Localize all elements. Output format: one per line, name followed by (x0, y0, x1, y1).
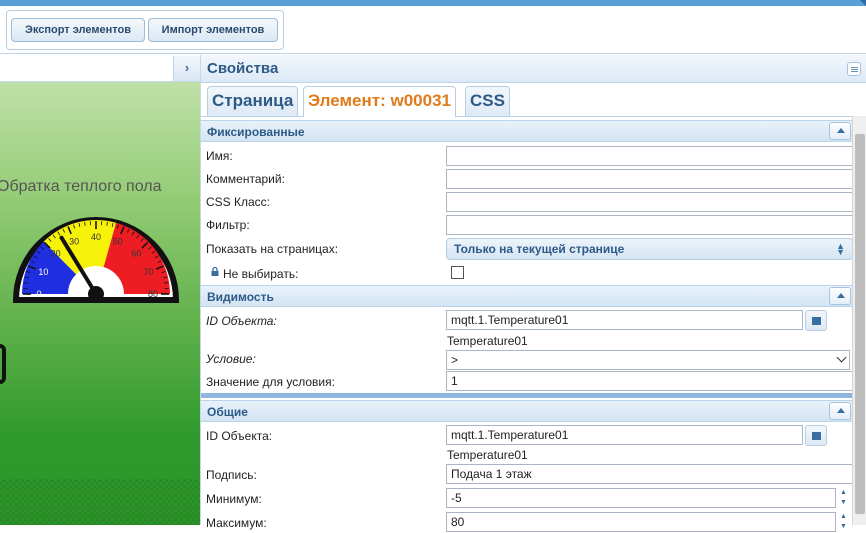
visibility-object-id-label: ID Объекта: (206, 314, 277, 328)
editor-canvas[interactable]: Обратка теплого пола 0 1020 30 40 50 6070 80 (0, 82, 200, 525)
select-object-icon[interactable] (805, 425, 827, 446)
section-common-label: Общие (207, 405, 248, 419)
canvas-header (0, 55, 200, 82)
chevron-down-icon (837, 353, 847, 363)
comment-field[interactable] (446, 169, 853, 189)
css-class-label: CSS Класс: (206, 195, 270, 209)
properties-scrollbar[interactable] (852, 116, 866, 525)
max-spinner[interactable]: ▲▼ (837, 511, 853, 533)
scrollbar-thumb[interactable] (855, 134, 865, 514)
tab-element[interactable]: Элемент: w00031 (303, 86, 456, 117)
gauge-tick-label: 0 (36, 289, 41, 299)
section-visibility[interactable]: Видимость (201, 285, 853, 307)
show-on-pages-select[interactable]: Только на текущей странице ▲▼ (446, 238, 853, 260)
lock-icon (211, 267, 219, 276)
updown-arrows-icon: ▲▼ (836, 243, 845, 255)
condition-select[interactable]: > (446, 350, 850, 370)
collapse-up-icon[interactable] (829, 122, 851, 140)
section-fixed[interactable]: Фиксированные (201, 120, 853, 142)
caption-label: Подпись: (206, 468, 257, 482)
gauge-tick-label: 60 (131, 249, 141, 259)
section-fixed-label: Фиксированные (207, 125, 305, 139)
show-on-pages-value: Только на текущей странице (454, 242, 624, 256)
gauge-title[interactable]: Обратка теплого пола (0, 178, 161, 196)
min-spinner[interactable]: ▲▼ (837, 487, 853, 509)
comment-label: Комментарий: (206, 172, 285, 186)
show-on-pages-label: Показать на страницах: (206, 242, 338, 256)
condition-value: > (451, 353, 458, 367)
collapse-up-icon[interactable] (829, 402, 851, 420)
visibility-object-id-field[interactable]: mqtt.1.Temperature01 (446, 310, 803, 330)
condition-label: Условие: (206, 352, 256, 366)
name-field[interactable] (446, 146, 853, 166)
filter-field[interactable] (446, 215, 853, 235)
max-label: Максимум: (206, 516, 267, 530)
partial-gauge-widget[interactable] (0, 344, 6, 384)
section-divider (201, 393, 853, 398)
condition-value-label: Значение для условия: (206, 375, 335, 389)
properties-panel: Свойства Страница Элемент: w00031 CSS Фи… (200, 55, 866, 525)
name-label: Имя: (206, 149, 233, 163)
import-elements-button[interactable]: Импорт элементов (148, 18, 278, 42)
filter-label: Фильтр: (206, 218, 250, 232)
gauge-tick-label: 10 (38, 267, 48, 277)
collapse-up-icon[interactable] (829, 287, 851, 305)
properties-tabs: Страница Элемент: w00031 CSS (201, 83, 866, 117)
tab-css[interactable]: CSS (465, 86, 510, 116)
common-object-name: Temperature01 (447, 448, 528, 462)
gauge-tick-label: 70 (144, 267, 154, 277)
gauge-widget[interactable]: 0 1020 30 40 50 6070 80 (12, 210, 180, 305)
gauge-tick-label: 40 (91, 232, 101, 242)
gauge-tick-label: 20 (51, 249, 61, 259)
toolbar: Экспорт элементов Импорт элементов (0, 6, 866, 54)
common-object-id-label: ID Объекта: (206, 429, 272, 443)
gauge-tick-label: 80 (148, 289, 158, 299)
common-object-id-field[interactable]: mqtt.1.Temperature01 (446, 425, 803, 445)
toolbar-group: Экспорт элементов Импорт элементов (6, 10, 284, 50)
caption-field[interactable]: Подача 1 этаж (446, 464, 853, 484)
gauge-hub (88, 286, 104, 302)
select-object-icon[interactable] (805, 310, 827, 331)
properties-header: Свойства (201, 55, 866, 83)
min-label: Минимум: (206, 492, 262, 506)
min-field[interactable]: -5 (446, 488, 836, 508)
tab-page[interactable]: Страница (207, 86, 298, 116)
export-elements-button[interactable]: Экспорт элементов (11, 18, 145, 42)
max-field[interactable]: 80 (446, 512, 836, 532)
gauge-tick-label: 30 (69, 236, 79, 246)
no-select-checkbox[interactable] (451, 266, 464, 279)
condition-value-field[interactable]: 1 (446, 371, 853, 391)
chevron-right-icon[interactable]: › (173, 56, 200, 81)
css-class-field[interactable] (446, 192, 853, 212)
section-visibility-label: Видимость (207, 290, 274, 304)
properties-title: Свойства (207, 60, 278, 77)
panel-menu-icon[interactable] (847, 62, 861, 76)
no-select-label: Не выбирать: (223, 267, 298, 281)
visibility-object-name: Temperature01 (447, 334, 528, 348)
gauge-tick-label: 50 (113, 236, 123, 246)
section-common[interactable]: Общие (201, 400, 853, 422)
canvas-grid-pattern (0, 479, 200, 525)
